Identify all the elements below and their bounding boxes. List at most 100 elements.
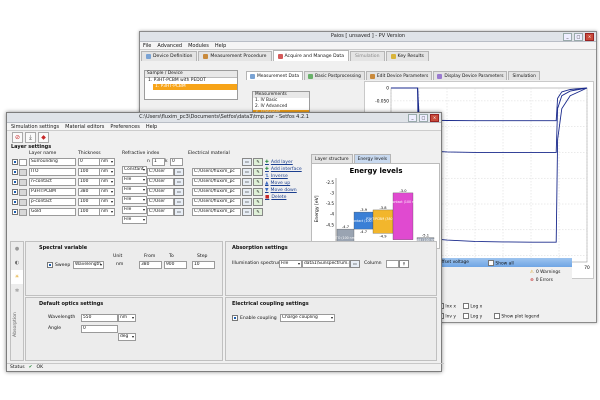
tab-layer-structure[interactable]: Layer structure bbox=[311, 154, 353, 163]
thickness-field[interactable]: 0 bbox=[78, 158, 100, 166]
tab-measurement-procedure[interactable]: Measurement Procedure bbox=[198, 51, 272, 61]
move-down-button[interactable]: ▼ Move down bbox=[265, 187, 313, 194]
vertical-tab-absorption[interactable]: Absorption bbox=[11, 306, 23, 346]
subtab-edit-device-parameters[interactable]: Edit Device Parameters bbox=[365, 71, 433, 80]
add-layer-button[interactable]: ✚ Add layer bbox=[265, 159, 313, 166]
refractive-file-field[interactable]: C:/User bbox=[147, 168, 174, 176]
folder-icon[interactable]: ▭ bbox=[174, 198, 184, 206]
export-icon[interactable]: ⤓ bbox=[25, 132, 36, 143]
sweep-checkbox[interactable]: Sweep bbox=[47, 262, 70, 268]
menu-preferences[interactable]: Preferences bbox=[110, 124, 139, 130]
folder-icon[interactable]: ▭ bbox=[242, 158, 252, 166]
thickness-unit-dropdown[interactable]: nm bbox=[99, 208, 115, 216]
folder-icon[interactable]: ▭ bbox=[350, 260, 360, 268]
tree-item-selected[interactable]: 1. P3HT-PCBM bbox=[153, 84, 237, 90]
electrical-material-field[interactable]: C:/Users/fluxim_pc bbox=[192, 188, 241, 196]
refractive-file-field[interactable]: C:/User bbox=[147, 198, 174, 206]
wavelength-field[interactable]: 550 bbox=[81, 314, 118, 322]
run-icon[interactable]: ◆ bbox=[38, 132, 49, 143]
delete-button[interactable]: ■ Delete bbox=[265, 194, 313, 201]
coupling-mode-dropdown[interactable]: Charge coupling bbox=[280, 314, 335, 322]
layer-name-field[interactable]: n-contact bbox=[29, 178, 76, 186]
menu-help[interactable]: Help bbox=[146, 124, 157, 130]
electrical-material-field[interactable]: C:/Users/fluxim_pc bbox=[192, 198, 241, 206]
layer-enable-checkbox[interactable] bbox=[12, 189, 18, 195]
maximize-button[interactable]: □ bbox=[574, 33, 583, 41]
layer-enable-checkbox[interactable] bbox=[12, 169, 18, 175]
edit-material-icon[interactable]: ✎ bbox=[253, 188, 263, 196]
thickness-unit-dropdown[interactable]: nm bbox=[99, 168, 115, 176]
layer-enable-checkbox[interactable] bbox=[12, 179, 18, 185]
folder-icon[interactable]: ▭ bbox=[242, 168, 252, 176]
layer-name-field[interactable]: Surrounding bbox=[29, 158, 76, 166]
subtab-measurement-data[interactable]: Measurement Data bbox=[246, 71, 304, 80]
sweep-dropdown[interactable]: Wavelength bbox=[73, 261, 104, 269]
refractive-type-dropdown[interactable]: File bbox=[122, 216, 147, 224]
thickness-unit-dropdown[interactable]: nm bbox=[99, 188, 115, 196]
thickness-unit-dropdown[interactable]: nm bbox=[99, 198, 115, 206]
layer-name-field[interactable]: P3HT:PCBM bbox=[29, 188, 76, 196]
menu-material-editors[interactable]: Material editors bbox=[65, 124, 104, 130]
edit-material-icon[interactable]: ✎ bbox=[253, 208, 263, 216]
minimize-button[interactable]: _ bbox=[563, 33, 572, 41]
enable-coupling-checkbox[interactable]: Enable coupling bbox=[232, 315, 277, 321]
close-button[interactable]: × bbox=[430, 114, 439, 122]
edit-material-icon[interactable]: ✎ bbox=[253, 178, 263, 186]
logy-checkbox[interactable]: Log y bbox=[463, 312, 488, 319]
column-field[interactable] bbox=[386, 260, 399, 268]
show-all-toggle[interactable]: Show all bbox=[488, 260, 514, 267]
illumination-type-dropdown[interactable]: File bbox=[279, 260, 302, 268]
thickness-field[interactable]: 100 bbox=[78, 178, 100, 186]
edit-material-icon[interactable]: ✎ bbox=[253, 198, 263, 206]
mode-icon-2[interactable]: ◐ bbox=[11, 256, 23, 270]
thickness-unit-dropdown[interactable]: nm bbox=[99, 158, 115, 166]
refractive-file-field[interactable]: C:/User bbox=[147, 208, 174, 216]
tab-simulation[interactable]: Simulation bbox=[350, 51, 385, 61]
wavelength-unit-dropdown[interactable]: nm bbox=[118, 314, 136, 322]
tab-key-results[interactable]: Key Results bbox=[385, 51, 429, 61]
thickness-field[interactable]: 100 bbox=[78, 168, 100, 176]
menu-file[interactable]: File bbox=[143, 43, 151, 49]
tab-energy-levels[interactable]: Energy levels bbox=[353, 154, 392, 163]
layer-name-field[interactable]: ITO bbox=[29, 168, 76, 176]
layer-name-field[interactable]: Gold bbox=[29, 208, 76, 216]
electrical-material-field[interactable]: C:/Users/fluxim_pc bbox=[192, 168, 241, 176]
angle-unit-dropdown[interactable]: deg bbox=[118, 333, 136, 341]
n-field[interactable]: 1 bbox=[152, 158, 165, 166]
thickness-field[interactable]: 100 bbox=[78, 198, 100, 206]
refractive-file-field[interactable]: C:/User bbox=[147, 178, 174, 186]
mode-icon-4[interactable]: ✲ bbox=[11, 284, 23, 298]
logx-checkbox[interactable]: Log x bbox=[463, 303, 488, 310]
k-field[interactable]: 0 bbox=[170, 158, 183, 166]
edit-material-icon[interactable]: ✎ bbox=[253, 158, 263, 166]
refractive-file-field[interactable]: C:/User bbox=[147, 188, 174, 196]
layer-enable-checkbox[interactable] bbox=[12, 209, 18, 215]
inverse-button[interactable]: ⇅ Inverse bbox=[265, 173, 313, 180]
menu-simulation-settings[interactable]: Simulation settings bbox=[11, 124, 59, 130]
thickness-unit-dropdown[interactable]: nm bbox=[99, 178, 115, 186]
electrical-material-field[interactable]: C:/Users/fluxim_pc bbox=[192, 208, 241, 216]
menu-help[interactable]: Help bbox=[215, 43, 226, 49]
mode-icon-1[interactable]: ● bbox=[11, 242, 23, 256]
mode-icon-absorption[interactable]: ☀ bbox=[11, 270, 23, 284]
layer-name-field[interactable]: p-contact bbox=[29, 198, 76, 206]
stop-icon[interactable]: ⊘ bbox=[12, 132, 23, 143]
folder-icon[interactable]: ▭ bbox=[174, 208, 184, 216]
tab-acquire-manage-data[interactable]: Acquire and Manage Data bbox=[272, 50, 350, 61]
folder-icon[interactable]: ▭ bbox=[174, 168, 184, 176]
illumination-file-field[interactable]: data1\Sunspectrum.sp bbox=[302, 260, 350, 268]
from-field[interactable]: 380 bbox=[139, 261, 162, 269]
menu-modules[interactable]: Modules bbox=[188, 43, 209, 49]
subtab-simulation[interactable]: Simulation bbox=[508, 71, 540, 80]
folder-icon[interactable]: ▭ bbox=[242, 208, 252, 216]
add-interface-button[interactable]: ✚ Add interface bbox=[265, 166, 313, 173]
folder-icon[interactable]: ▭ bbox=[242, 198, 252, 206]
folder-icon[interactable]: ▭ bbox=[242, 178, 252, 186]
minimize-button[interactable]: _ bbox=[408, 114, 417, 122]
thickness-field[interactable]: 100 bbox=[78, 208, 100, 216]
angle-field[interactable]: 0 bbox=[81, 325, 118, 333]
step-field[interactable]: 10 bbox=[192, 261, 215, 269]
maximize-button[interactable]: □ bbox=[419, 114, 428, 122]
menu-advanced[interactable]: Advanced bbox=[157, 43, 182, 49]
folder-icon[interactable]: ▭ bbox=[174, 188, 184, 196]
